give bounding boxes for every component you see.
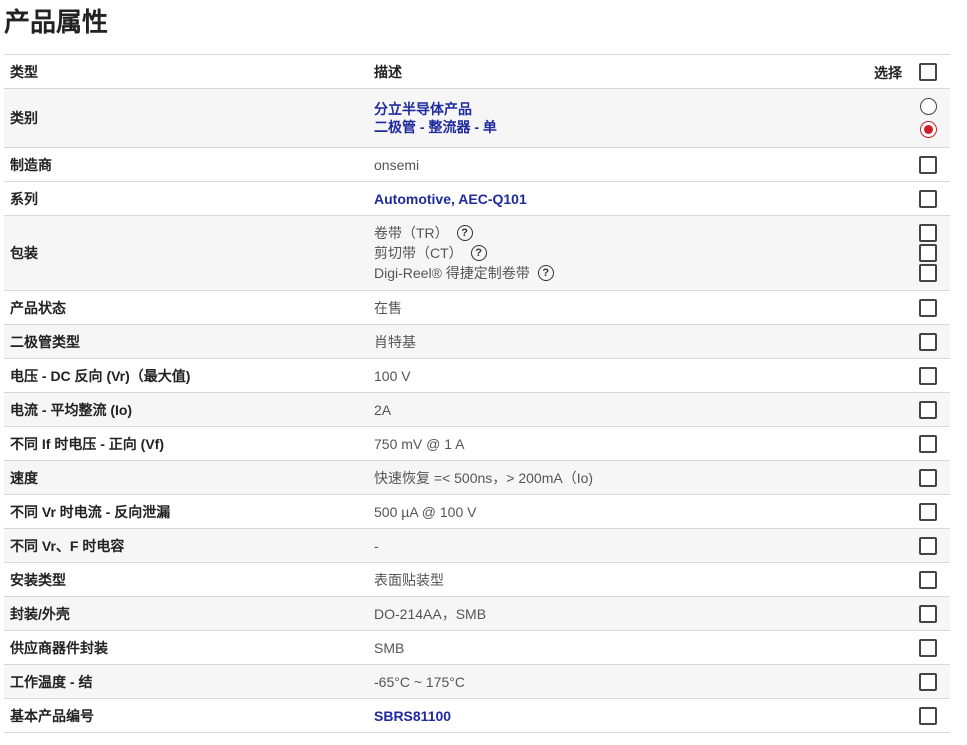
base-part-number-link[interactable]: SBRS81100	[368, 698, 838, 733]
checkbox-manufacturer[interactable]	[919, 155, 937, 174]
row-label-diode-type: 二极管类型	[4, 324, 368, 359]
checkbox-reverse-leakage[interactable]	[919, 502, 937, 521]
category-radio-discrete[interactable]	[920, 98, 937, 115]
voltage-reverse-value: 100 V	[368, 358, 838, 393]
checkbox-package-digireel[interactable]	[919, 264, 937, 282]
series-link[interactable]: Automotive, AEC-Q101	[368, 181, 838, 216]
operating-temp-value: -65°C ~ 175°C	[368, 664, 838, 699]
row-label-mounting-type: 安装类型	[4, 562, 368, 597]
current-rectified-value: 2A	[368, 392, 838, 427]
package-tr: 卷带（TR）	[374, 225, 449, 241]
row-label-voltage-reverse: 电压 - DC 反向 (Vr)（最大值)	[4, 358, 368, 393]
checkbox-supplier-package[interactable]	[919, 638, 937, 657]
checkbox-status[interactable]	[919, 298, 937, 317]
package-digireel: Digi-Reel® 得捷定制卷带	[374, 265, 530, 281]
row-label-voltage-forward: 不同 If 时电压 - 正向 (Vf)	[4, 426, 368, 461]
checkbox-diode-type[interactable]	[919, 332, 937, 351]
page-title: 产品属性	[4, 7, 109, 37]
checkbox-operating-temp[interactable]	[919, 672, 937, 691]
reverse-leakage-value: 500 µA @ 100 V	[368, 494, 838, 529]
diode-type-value: 肖特基	[368, 324, 838, 359]
category-link-discrete[interactable]: 分立半导体产品	[374, 100, 838, 118]
row-label-reverse-leakage: 不同 Vr 时电流 - 反向泄漏	[4, 494, 368, 529]
checkbox-package-ct[interactable]	[919, 244, 937, 262]
row-label-speed: 速度	[4, 460, 368, 495]
header-description: 描述	[368, 54, 838, 89]
row-label-packaging: 包装	[4, 215, 368, 291]
row-label-manufacturer: 制造商	[4, 147, 368, 182]
checkbox-package-case[interactable]	[919, 604, 937, 623]
checkbox-capacitance[interactable]	[919, 536, 937, 555]
capacitance-value: -	[368, 528, 838, 563]
checkbox-base-part-number[interactable]	[919, 706, 937, 725]
mounting-type-value: 表面贴装型	[368, 562, 838, 597]
checkbox-package-tr[interactable]	[919, 224, 937, 242]
category-radio-rectifier[interactable]	[920, 121, 937, 138]
checkbox-current-rectified[interactable]	[919, 400, 937, 419]
checkbox-speed[interactable]	[919, 468, 937, 487]
checkbox-voltage-reverse[interactable]	[919, 366, 937, 385]
status-value: 在售	[368, 290, 838, 325]
row-label-current-rectified: 电流 - 平均整流 (Io)	[4, 392, 368, 427]
category-link-rectifier[interactable]: 二极管 - 整流器 - 单	[374, 118, 838, 136]
checkbox-mounting-type[interactable]	[919, 570, 937, 589]
row-label-series: 系列	[4, 181, 368, 216]
help-icon[interactable]: ?	[456, 225, 473, 241]
row-label-category: 类别	[4, 88, 368, 148]
product-attributes-table: 类型 描述 选择 类别 分立半导体产品 二极管 - 整流器 - 单 制造商 on…	[4, 54, 950, 733]
package-ct: 剪切带（CT）	[374, 245, 463, 261]
header-select: 选择	[874, 65, 902, 81]
row-label-capacitance: 不同 Vr、F 时电容	[4, 528, 368, 563]
supplier-package-value: SMB	[368, 630, 838, 665]
select-all-checkbox[interactable]	[919, 62, 937, 81]
package-case-value: DO-214AA，SMB	[368, 596, 838, 631]
voltage-forward-value: 750 mV @ 1 A	[368, 426, 838, 461]
help-icon[interactable]: ?	[537, 265, 554, 281]
header-type: 类型	[4, 54, 368, 89]
row-label-supplier-package: 供应商器件封装	[4, 630, 368, 665]
speed-value: 快速恢复 =< 500ns，> 200mA（Io)	[368, 460, 838, 495]
row-label-package-case: 封装/外壳	[4, 596, 368, 631]
manufacturer-value: onsemi	[368, 147, 838, 182]
row-label-base-part-number: 基本产品编号	[4, 698, 368, 733]
row-label-operating-temp: 工作温度 - 结	[4, 664, 368, 699]
checkbox-voltage-forward[interactable]	[919, 434, 937, 453]
row-label-status: 产品状态	[4, 290, 368, 325]
help-icon[interactable]: ?	[470, 245, 487, 261]
checkbox-series[interactable]	[919, 189, 937, 208]
